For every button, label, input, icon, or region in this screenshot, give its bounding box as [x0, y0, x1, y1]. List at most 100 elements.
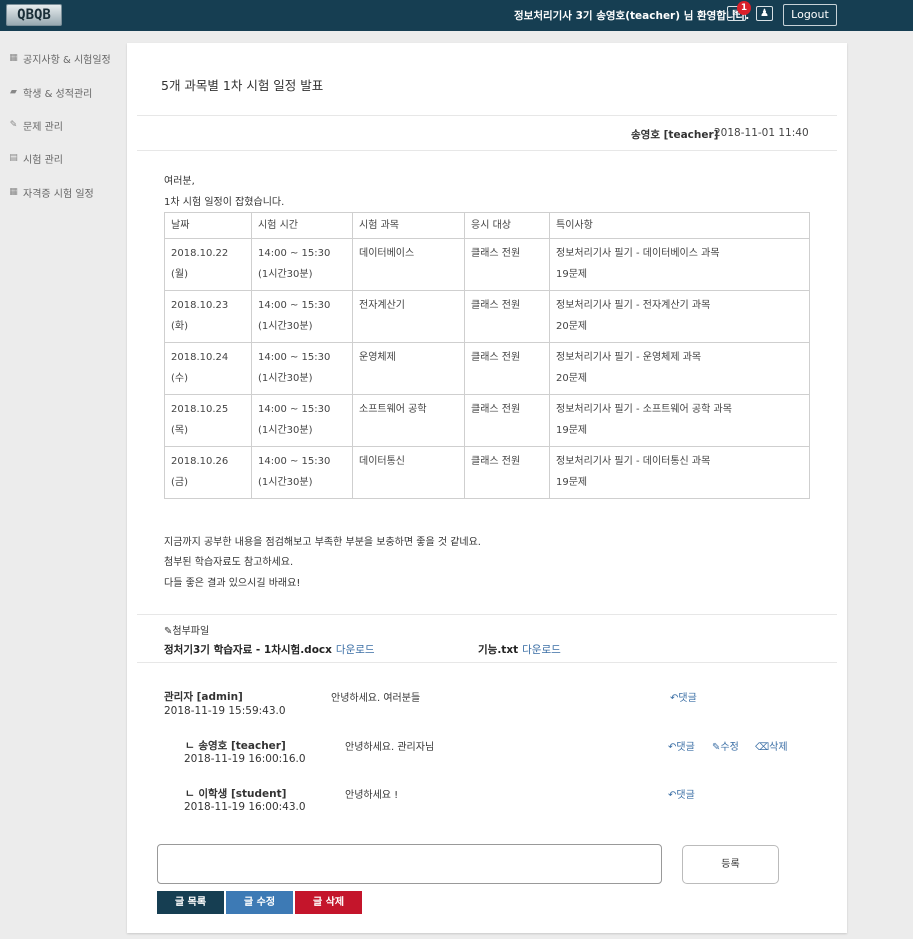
reply-button[interactable]: ↶댓글: [668, 738, 695, 753]
cell-time: 14:00 ~ 15:30 (1시간30분): [251, 446, 353, 499]
comment-author: ㄴ 이학생 [student]: [185, 788, 287, 800]
cell-target: 클래스 전원: [464, 446, 550, 499]
column-header: 응시 대상: [464, 212, 550, 239]
sidebar-item-cert-schedule[interactable]: ▦ 자격증 시험 일정: [8, 183, 94, 201]
attachments-label: ✎첨부파일: [164, 626, 210, 637]
divider: [137, 662, 837, 663]
table-row: 2018.10.25 (목) 14:00 ~ 15:30 (1시간30분) 소프트웨…: [164, 394, 810, 447]
cell-target: 클래스 전원: [464, 290, 550, 343]
comment-author: ㄴ 송영호 [teacher]: [185, 740, 286, 752]
sidebar-item-students[interactable]: ▰ 학생 & 성적관리: [8, 83, 92, 101]
cell-note: 정보처리기사 필기 - 소프트웨어 공학 과목 19문제: [549, 394, 810, 447]
file-name: 정처기3기 학습자료 - 1차시험.docx: [164, 644, 332, 656]
top-bar: QBQB 정보처리기사 3기 송영호(teacher) 님 환영합니다. ✉ 1…: [0, 0, 913, 31]
sidebar-item-label: 학생 & 성적관리: [23, 88, 93, 100]
cell-subject: 전자계산기: [352, 290, 465, 343]
cell-target: 클래스 전원: [464, 394, 550, 447]
intro-line: 여러분,: [164, 176, 195, 187]
post-author: 송영호 [teacher]: [631, 129, 719, 141]
comment-date: 2018-11-19 15:59:43.0: [164, 705, 286, 717]
sidebar-item-notices[interactable]: ▦ 공지사항 & 시험일정: [8, 49, 111, 67]
sidebar-item-label: 자격증 시험 일정: [23, 188, 94, 200]
body-line: 첨부된 학습자료도 참고하세요.: [164, 557, 294, 568]
cell-subject: 데이터베이스: [352, 238, 465, 291]
post-date: 2018-11-01 11:40: [714, 127, 809, 139]
body-line: 다들 좋은 결과 있으시길 바래요!: [164, 578, 301, 589]
intro-line: 1차 시험 일정이 잡혔습니다.: [164, 197, 285, 208]
table-row: 2018.10.26 (금) 14:00 ~ 15:30 (1시간30분) 데이터통…: [164, 446, 810, 499]
comment-author: 관리자 [admin]: [164, 691, 243, 703]
file-name: 기능.txt: [478, 644, 519, 656]
sidebar-item-exams[interactable]: ▤ 시험 관리: [8, 149, 63, 167]
delete-comment-button[interactable]: ⌫삭제: [755, 738, 788, 753]
attachment-file: 기능.txt 다운로드: [478, 642, 561, 657]
delete-post-button[interactable]: 글 삭제: [295, 891, 362, 914]
edit-comment-button[interactable]: ✎수정: [712, 738, 739, 753]
cell-time: 14:00 ~ 15:30 (1시간30분): [251, 290, 353, 343]
sidebar-item-label: 시험 관리: [23, 154, 63, 166]
cell-target: 클래스 전원: [464, 342, 550, 395]
cell-note: 정보처리기사 필기 - 전자계산기 과목 20문제: [549, 290, 810, 343]
divider: [137, 150, 837, 151]
cell-time: 14:00 ~ 15:30 (1시간30분): [251, 238, 353, 291]
user-icon[interactable]: ♟: [756, 6, 773, 21]
calendar-icon: ▦: [9, 53, 18, 63]
cell-time: 14:00 ~ 15:30 (1시간30분): [251, 394, 353, 447]
logo[interactable]: QBQB: [6, 3, 62, 27]
notification-badge: 1: [737, 1, 751, 15]
submit-comment-button[interactable]: 등록: [682, 845, 779, 884]
cell-note: 정보처리기사 필기 - 데이터통신 과목 19문제: [549, 446, 810, 499]
post-title: 5개 과목별 1차 시험 일정 발표: [161, 78, 324, 93]
table-row: 2018.10.24 (수) 14:00 ~ 15:30 (1시간30분) 운영체제…: [164, 342, 810, 395]
reply-button[interactable]: ↶댓글: [670, 689, 697, 704]
cell-date: 2018.10.23 (화): [164, 290, 252, 343]
edit-post-button[interactable]: 글 수정: [226, 891, 293, 914]
column-header: 시험 과목: [352, 212, 465, 239]
post-panel: 5개 과목별 1차 시험 일정 발표 송영호 [teacher] 2018-11…: [127, 43, 847, 933]
cell-note: 정보처리기사 필기 - 데이터베이스 과목 19문제: [549, 238, 810, 291]
divider: [137, 115, 837, 116]
body-line: 지금까지 공부한 내용을 점검해보고 부족한 부분을 보충하면 좋을 것 같네요…: [164, 537, 481, 548]
comment-text: 안녕하세요. 관리자님: [345, 742, 435, 753]
comment-date: 2018-11-19 16:00:43.0: [184, 801, 306, 813]
table-header-row: 날짜 시험 시간 시험 과목 응시 대상 특이사항: [164, 212, 810, 239]
sidebar-item-label: 문제 관리: [23, 121, 63, 133]
cell-date: 2018.10.26 (금): [164, 446, 252, 499]
cell-note: 정보처리기사 필기 - 운영체제 과목 20문제: [549, 342, 810, 395]
comment-date: 2018-11-19 16:00:16.0: [184, 753, 306, 765]
cell-time: 14:00 ~ 15:30 (1시간30분): [251, 342, 353, 395]
cell-date: 2018.10.22 (월): [164, 238, 252, 291]
cell-subject: 소프트웨어 공학: [352, 394, 465, 447]
comment-text: 안녕하세요 !: [345, 790, 399, 801]
trash-icon: ⌫: [755, 742, 770, 753]
table-row: 2018.10.23 (화) 14:00 ~ 15:30 (1시간30분) 전자계산…: [164, 290, 810, 343]
download-link[interactable]: 다운로드: [522, 644, 561, 656]
column-header: 날짜: [164, 212, 252, 239]
divider: [137, 614, 837, 615]
calendar-icon: ▦: [9, 187, 18, 197]
cell-date: 2018.10.24 (수): [164, 342, 252, 395]
cell-target: 클래스 전원: [464, 238, 550, 291]
column-header: 특이사항: [549, 212, 810, 239]
reply-button[interactable]: ↶댓글: [668, 786, 695, 801]
document-icon: ▤: [9, 153, 18, 163]
logout-button[interactable]: Logout: [783, 4, 837, 26]
column-header: 시험 시간: [251, 212, 353, 239]
pencil-icon: ✎: [9, 120, 18, 130]
cell-subject: 운영체제: [352, 342, 465, 395]
book-icon: ▰: [10, 87, 17, 97]
cell-date: 2018.10.25 (목): [164, 394, 252, 447]
sidebar-item-questions[interactable]: ✎ 문제 관리: [8, 116, 63, 134]
attachment-file: 정처기3기 학습자료 - 1차시험.docx 다운로드: [164, 642, 375, 657]
welcome-message: 정보처리기사 3기 송영호(teacher) 님 환영합니다.: [514, 10, 750, 22]
sidebar-item-label: 공지사항 & 시험일정: [23, 54, 111, 66]
table-row: 2018.10.22 (월) 14:00 ~ 15:30 (1시간30분) 데이터베…: [164, 238, 810, 291]
logo-text: QBQB: [6, 4, 62, 26]
cell-subject: 데이터통신: [352, 446, 465, 499]
download-link[interactable]: 다운로드: [336, 644, 375, 656]
list-button[interactable]: 글 목록: [157, 891, 224, 914]
comment-text: 안녕하세요. 여러분들: [331, 693, 421, 704]
sidebar: ▦ 공지사항 & 시험일정 ▰ 학생 & 성적관리 ✎ 문제 관리 ▤ 시험 관…: [0, 31, 127, 939]
schedule-table: 날짜 시험 시간 시험 과목 응시 대상 특이사항 2018.10.22 (월) …: [164, 212, 810, 499]
comment-input[interactable]: [157, 844, 662, 884]
